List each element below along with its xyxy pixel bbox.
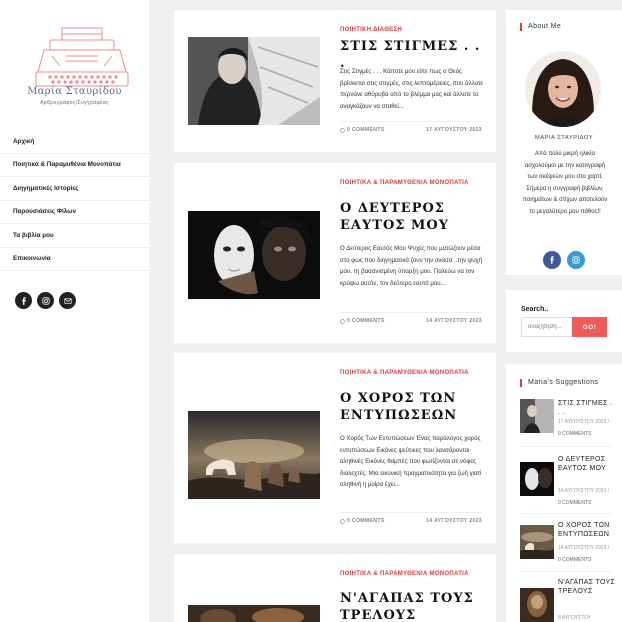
menu-item-stories[interactable]: Διηγηματικές Ιστορίες xyxy=(0,177,149,201)
divider xyxy=(340,312,482,313)
email-icon[interactable] xyxy=(59,292,76,309)
divider xyxy=(520,513,612,514)
post-title[interactable]: Ο ΧΟΡΟΣ ΤΩΝ ΕΝΤΥΠΩΣΕΩΝ xyxy=(340,390,486,424)
suggestion-date: 17 ΑΥΓΟΥΣΤΟΥ 2023 / xyxy=(558,419,610,425)
post-category[interactable]: ΠΟΙΗΤΙΚΑ & ΠΑΡΑΜΥΘΕΝΙΑ ΜΟΝΟΠΑΤΙΑ xyxy=(340,370,480,377)
suggestion-item[interactable]: Ο ΔΕΥΤΕΡΟΣ ΕΑΥΤΟΣ ΜΟΥ 14 ΑΥΓΟΥΣΤΟΥ 2023 … xyxy=(520,455,616,511)
post-title[interactable]: Ν'ΑΓΑΠΑΣ ΤΟΥΣ ΤΡΕΛΟΥΣ xyxy=(340,590,486,622)
site-tagline: Αρθρογράφος/Συγγραφέας xyxy=(40,100,109,106)
post-card: ΠΟΙΗΤΙΚΗ ΔΙΑΘΕΣΗ ΣΤΙΣ ΣΤΙΓΜΕΣ . . . Στις… xyxy=(174,10,496,152)
post-date: 14 ΑΥΓΟΥΣΤΟΥ 2023 xyxy=(426,318,482,324)
suggestions-widget: Maria's Suggestions ΣΤΙΣ ΣΤΙΓΜΕΣ . . . 1… xyxy=(506,364,622,622)
suggestion-date: 14 ΑΥΓΟΥΣΤΟΥ 2023 / xyxy=(558,545,610,551)
post-date: 14 ΑΥΓΟΥΣΤΟΥ 2023 xyxy=(426,518,482,524)
suggestion-item[interactable]: Ν'ΑΓΑΠΑΣ ΤΟΥΣ ΤΡΕΛΟΥΣ 8 ΑΥΓΟΥΣΤΟΥ xyxy=(520,578,616,622)
post-card: ΠΟΙΗΤΙΚΑ & ΠΑΡΑΜΥΘΕΝΙΑ ΜΟΝΟΠΑΤΙΑ Ο ΧΟΡΟΣ… xyxy=(174,353,496,543)
facebook-icon[interactable] xyxy=(15,292,32,309)
post-meta: 0 COMMENTS 17 ΑΥΓΟΥΣΤΟΥ 2023 xyxy=(340,127,482,133)
comments-link[interactable]: 0 COMMENTS xyxy=(340,127,385,133)
about-widget: About Me ΜΑΡΙΑ ΣΤΑΥΡΙΔΟΥ Από πολύ μικρή … xyxy=(506,10,622,275)
author-name: ΜΑΡΙΑ ΣΤΑΥΡΙΔΟΥ xyxy=(534,135,594,141)
suggestion-title[interactable]: Ν'ΑΓΑΠΑΣ ΤΟΥΣ ΤΡΕΛΟΥΣ xyxy=(558,578,616,596)
suggestion-title[interactable]: ΣΤΙΣ ΣΤΙΓΜΕΣ . . . xyxy=(558,399,616,417)
post-category[interactable]: ΠΟΙΗΤΙΚΗ ΔΙΑΘΕΣΗ xyxy=(340,27,480,34)
author-avatar[interactable] xyxy=(525,51,601,127)
post-card: ΠΟΙΗΤΙΚΑ & ΠΑΡΑΜΥΘΕΝΙΑ ΜΟΝΟΠΑΤΙΑ Ο ΔΕΥΤΕ… xyxy=(174,163,496,343)
divider xyxy=(340,512,482,513)
divider xyxy=(520,446,612,447)
typewriter-logo[interactable] xyxy=(26,26,138,92)
social-links-left xyxy=(15,292,76,309)
post-excerpt: Στις Στιγμές . . . Κάποτε μου είπε πως ο… xyxy=(340,68,484,110)
menu-item-books[interactable]: Τα βιβλία μου xyxy=(0,224,149,248)
left-sidebar: Μαρία Σταυρίδου Αρθρογράφος/Συγγραφέας Α… xyxy=(0,0,149,622)
suggestion-item[interactable]: ΣΤΙΣ ΣΤΙΓΜΕΣ . . . 17 ΑΥΓΟΥΣΤΟΥ 2023 / 0… xyxy=(520,399,616,443)
search-input[interactable] xyxy=(521,317,577,337)
comment-count: 0 COMMENTS xyxy=(347,318,385,324)
divider xyxy=(340,121,482,122)
suggestion-thumbnail[interactable] xyxy=(520,525,554,559)
social-links-right xyxy=(543,251,585,269)
suggestions-title: Maria's Suggestions xyxy=(520,379,598,387)
comment-icon xyxy=(340,518,345,524)
post-title[interactable]: Ο ΔΕΥΤΕΡΟΣ ΕΑΥΤΟΣ ΜΟΥ xyxy=(340,200,486,234)
post-thumbnail[interactable] xyxy=(188,605,320,622)
post-date: 17 ΑΥΓΟΥΣΤΟΥ 2023 xyxy=(426,127,482,133)
divider xyxy=(520,571,612,572)
post-thumbnail[interactable] xyxy=(188,211,320,299)
site-title[interactable]: Μαρία Σταυρίδου xyxy=(0,86,149,97)
post-thumbnail[interactable] xyxy=(188,37,320,125)
comments-link[interactable]: 0 COMMENTS xyxy=(340,318,385,324)
suggestion-comments[interactable]: 0 COMMENTS xyxy=(558,557,591,563)
comments-link[interactable]: 0 COMMENTS xyxy=(340,518,385,524)
search-button[interactable]: GO! xyxy=(572,317,607,337)
menu-item-contact[interactable]: Επικοινωνία xyxy=(0,248,149,271)
post-category[interactable]: ΠΟΙΗΤΙΚΑ & ΠΑΡΑΜΥΘΕΝΙΑ ΜΟΝΟΠΑΤΙΑ xyxy=(340,180,480,187)
post-card: ΠΟΙΗΤΙΚΑ & ΠΑΡΑΜΥΘΕΝΙΑ ΜΟΝΟΠΑΤΙΑ Ν'ΑΓΑΠΑ… xyxy=(174,554,496,622)
post-meta: 0 COMMENTS 14 ΑΥΓΟΥΣΤΟΥ 2023 xyxy=(340,318,482,324)
suggestion-title[interactable]: Ο ΔΕΥΤΕΡΟΣ ΕΑΥΤΟΣ ΜΟΥ xyxy=(558,455,616,473)
suggestion-item[interactable]: Ο ΧΟΡΟΣ ΤΩΝ ΕΝΤΥΠΩΣΕΩΝ 14 ΑΥΓΟΥΣΤΟΥ 2023… xyxy=(520,521,616,573)
post-meta: 0 COMMENTS 14 ΑΥΓΟΥΣΤΟΥ 2023 xyxy=(340,518,482,524)
suggestion-thumbnail[interactable] xyxy=(520,462,554,496)
post-excerpt: Ο Χορός Των Εντυπώσεων Ένας παράλογος χο… xyxy=(340,435,482,489)
author-bio: Από πολύ μικρή ηλικία ασχολούμαι με την … xyxy=(522,151,608,215)
menu-item-poetic-paths[interactable]: Ποιητικά & Παραμυθένια Μονοπάτια xyxy=(0,154,149,177)
suggestion-date: 14 ΑΥΓΟΥΣΤΟΥ 2023 / xyxy=(558,488,610,494)
post-thumbnail[interactable] xyxy=(188,411,320,499)
comment-icon xyxy=(340,127,345,133)
suggestion-thumbnail[interactable] xyxy=(520,588,554,622)
main-menu: Αρχική Ποιητικά & Παραμυθένια Μονοπάτια … xyxy=(0,130,149,271)
instagram-icon[interactable] xyxy=(37,292,54,309)
suggestion-comments[interactable]: 0 COMMENTS xyxy=(558,500,591,506)
suggestion-comments[interactable]: 0 COMMENTS xyxy=(558,431,591,437)
comment-icon xyxy=(340,318,345,324)
suggestion-thumbnail[interactable] xyxy=(520,399,554,433)
menu-item-friends[interactable]: Παρουσιάσεις Φίλων xyxy=(0,201,149,224)
post-category[interactable]: ΠΟΙΗΤΙΚΑ & ΠΑΡΑΜΥΘΕΝΙΑ ΜΟΝΟΠΑΤΙΑ xyxy=(340,571,480,578)
comment-count: 0 COMMENTS xyxy=(347,518,385,524)
post-excerpt: Ο Δεύτερος Εαυτός Μου Ψυχές που ματώζουν… xyxy=(340,245,483,287)
facebook-icon[interactable] xyxy=(543,251,561,269)
menu-item-home[interactable]: Αρχική xyxy=(0,130,149,154)
search-label: Search.. xyxy=(521,306,549,313)
about-title: About Me xyxy=(520,23,561,31)
instagram-icon[interactable] xyxy=(567,251,585,269)
suggestion-date: 8 ΑΥΓΟΥΣΤΟΥ xyxy=(558,615,592,621)
suggestion-title[interactable]: Ο ΧΟΡΟΣ ΤΩΝ ΕΝΤΥΠΩΣΕΩΝ xyxy=(558,521,616,539)
comment-count: 0 COMMENTS xyxy=(347,127,385,133)
